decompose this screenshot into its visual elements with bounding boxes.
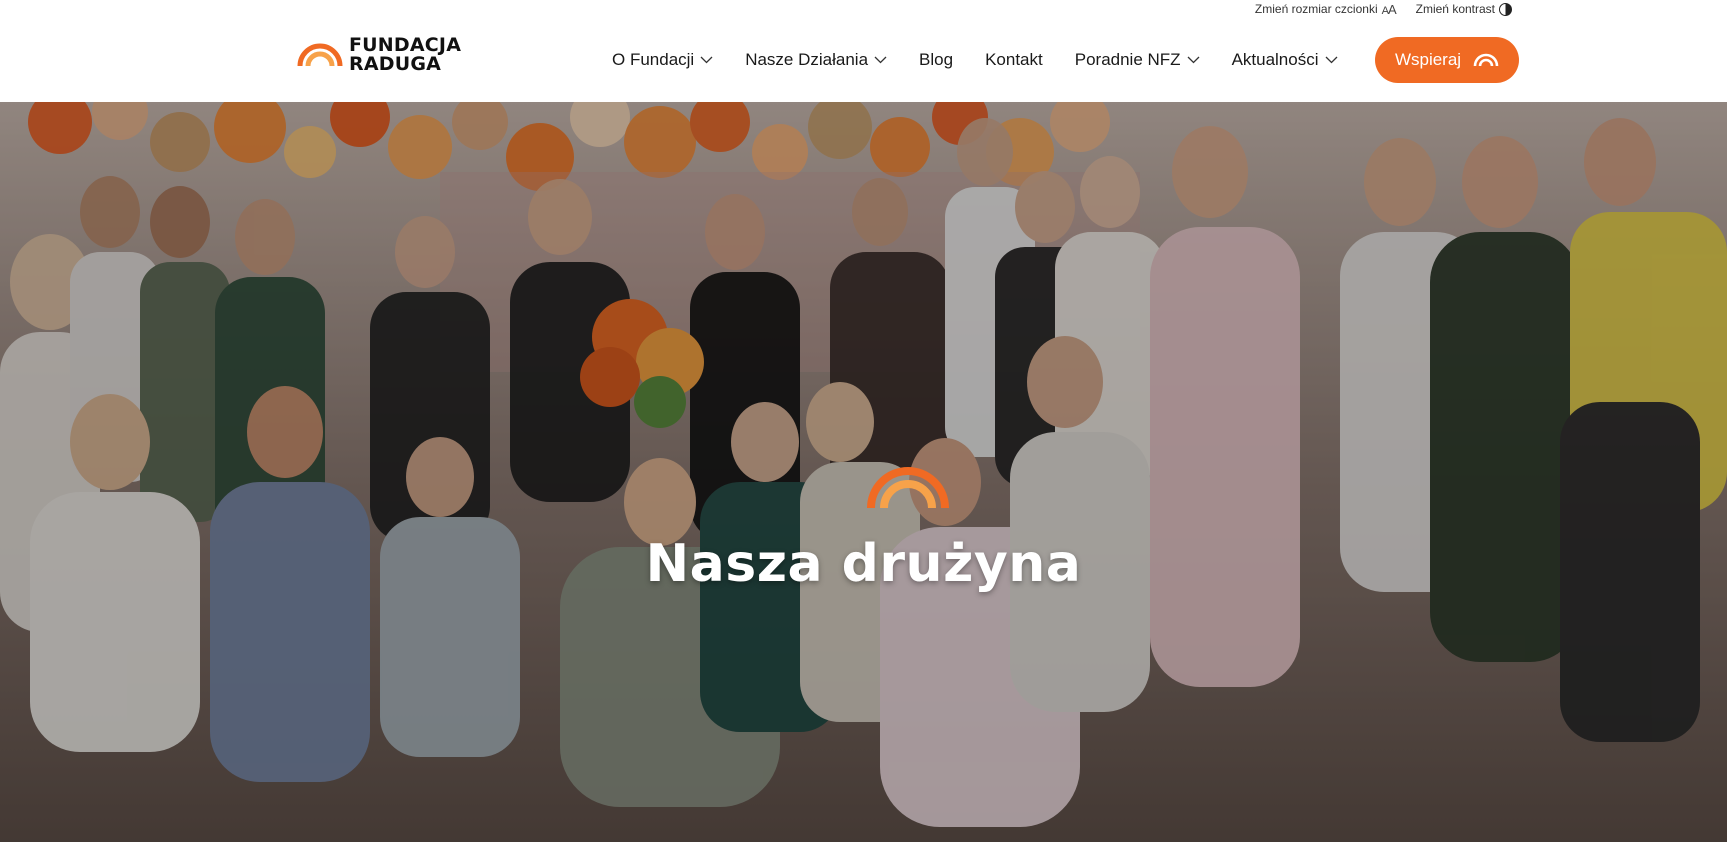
rainbow-icon xyxy=(867,467,949,509)
nav-item-poradnie-nfz[interactable]: Poradnie NFZ xyxy=(1075,50,1200,70)
logo-text: FUNDACJA RADUGA xyxy=(349,34,462,75)
font-size-label: Zmień rozmiar czcionki xyxy=(1254,2,1378,16)
font-size-icon: AA xyxy=(1381,1,1397,17)
nav-item-nasze-dzialania[interactable]: Nasze Działania xyxy=(745,50,887,70)
nav-item-blog[interactable]: Blog xyxy=(919,50,953,70)
hero-overlay xyxy=(0,102,1727,842)
rainbow-logo-icon xyxy=(297,43,343,67)
contrast-label: Zmień kontrast xyxy=(1415,2,1495,16)
hero-section: Nasza drużyna xyxy=(0,102,1727,842)
chevron-down-icon xyxy=(700,56,713,64)
chevron-down-icon xyxy=(874,56,887,64)
support-button[interactable]: Wspieraj xyxy=(1375,37,1519,83)
nav-item-aktualnosci[interactable]: Aktualności xyxy=(1232,50,1338,70)
main-nav: O Fundacji Nasze Działania Blog Kontakt … xyxy=(612,18,1338,102)
logo[interactable]: FUNDACJA RADUGA xyxy=(297,36,461,74)
font-size-toggle[interactable]: Zmień rozmiar czcionki AA xyxy=(1254,1,1397,17)
site-header: FUNDACJA RADUGA O Fundacji Nasze Działan… xyxy=(0,18,1727,102)
contrast-icon xyxy=(1499,2,1512,16)
nav-item-o-fundacji[interactable]: O Fundacji xyxy=(612,50,713,70)
hero-title: Nasza drużyna xyxy=(645,534,1082,594)
accessibility-bar: Zmień rozmiar czcionki AA Zmień kontrast xyxy=(1255,0,1512,18)
nav-item-kontakt[interactable]: Kontakt xyxy=(985,50,1043,70)
chevron-down-icon xyxy=(1187,56,1200,64)
chevron-down-icon xyxy=(1325,56,1337,64)
contrast-toggle[interactable]: Zmień kontrast xyxy=(1416,2,1512,16)
rainbow-icon xyxy=(1473,53,1499,67)
